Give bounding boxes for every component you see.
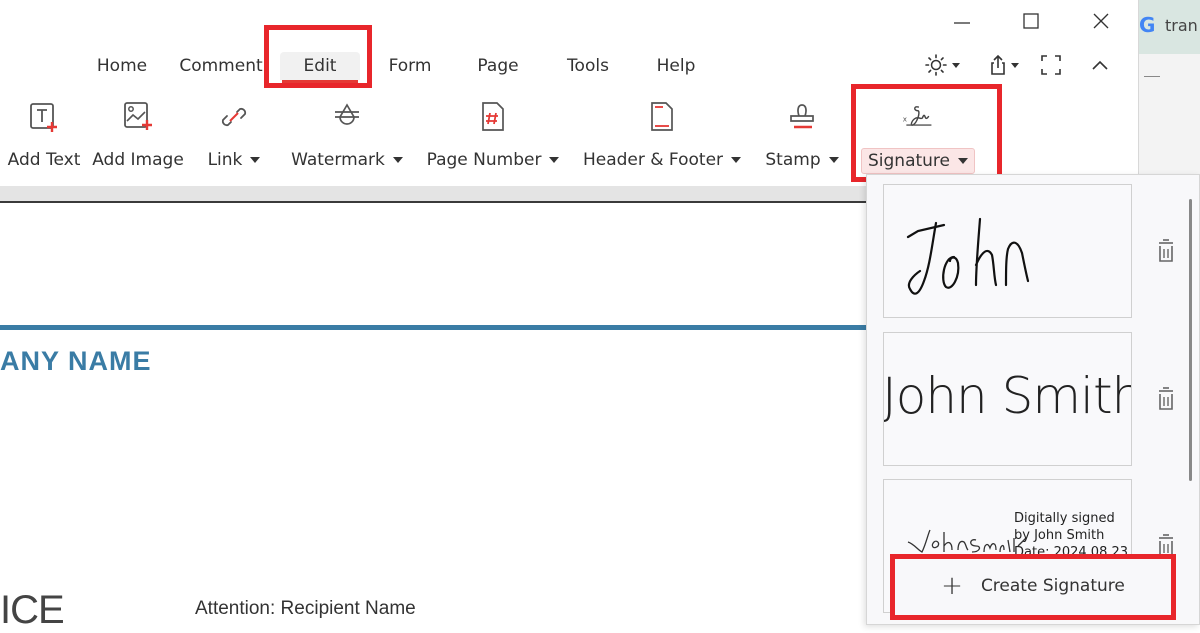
stamp-icon (785, 100, 819, 134)
theme-button[interactable] (924, 50, 960, 80)
share-button[interactable] (988, 50, 1019, 80)
delete-signature-1-icon[interactable] (1155, 238, 1177, 264)
maximize-button[interactable] (1016, 8, 1046, 34)
chevron-down-icon (828, 157, 839, 163)
tab-label: Edit (303, 56, 337, 76)
theme-icon (925, 54, 947, 76)
tab-help[interactable]: Help (650, 52, 702, 80)
add-text-button[interactable]: Add Text (4, 100, 84, 180)
add-text-label: Add Text (7, 150, 81, 170)
tab-label: Page (477, 56, 519, 76)
chevron-down-icon (549, 157, 560, 163)
minimize-icon (954, 22, 970, 24)
digital-signature-caption: Digitally signed by John Smith Date: 202… (1014, 511, 1129, 560)
link-label: Link (202, 148, 267, 172)
tab-page[interactable]: Page (472, 52, 524, 80)
typed-signature-text: John Smith (883, 367, 1132, 425)
tab-label: Comment (179, 56, 263, 76)
tab-label: Form (388, 56, 432, 76)
signature-item-typed[interactable]: John Smith (883, 332, 1132, 466)
signature-icon: x (901, 100, 935, 134)
document-title-fragment: ICE (0, 588, 65, 632)
close-icon (1093, 13, 1109, 29)
browser-minimize-mark (1144, 76, 1160, 77)
maximize-icon (1023, 13, 1039, 29)
tab-comment[interactable]: Comment (176, 52, 266, 80)
watermark-button[interactable]: Watermark (290, 100, 404, 180)
plus-icon: + (941, 570, 963, 601)
signature-list-scrollbar[interactable] (1189, 199, 1192, 481)
link-icon (217, 100, 251, 134)
signature-item-handwritten[interactable] (883, 184, 1132, 318)
fullscreen-icon (1041, 55, 1061, 75)
close-button[interactable] (1086, 8, 1116, 34)
tab-tools[interactable]: Tools (560, 52, 616, 80)
tab-edit[interactable]: Edit (280, 52, 360, 83)
chevron-down-icon (1011, 62, 1019, 68)
tab-home[interactable]: Home (90, 52, 154, 80)
attention-line: Attention: Recipient Name (195, 598, 416, 619)
stamp-label: Stamp (759, 148, 844, 172)
link-button[interactable]: Link (198, 100, 270, 180)
page-number-button[interactable]: Page Number (424, 100, 562, 180)
header-footer-button[interactable]: Header & Footer (580, 100, 744, 180)
page-top-edge (0, 201, 866, 203)
add-image-button[interactable]: Add Image (90, 100, 186, 180)
toolbar-separator-bar (0, 186, 868, 201)
chevron-up-icon (1092, 60, 1108, 70)
chevron-down-icon (731, 157, 742, 163)
fullscreen-button[interactable] (1040, 50, 1062, 80)
handwritten-signature-john (906, 217, 1030, 295)
signature-dropdown-panel: John Smith Digitally signed by John Smit… (866, 174, 1200, 625)
signature-label: Signature (861, 148, 976, 174)
add-image-label: Add Image (92, 150, 184, 170)
tab-label: Help (656, 56, 696, 76)
chevron-down-icon (250, 157, 261, 163)
delete-signature-2-icon[interactable] (1155, 386, 1177, 412)
document-header-rule (0, 325, 866, 330)
svg-text:x: x (903, 114, 907, 123)
browser-tab-title: tran (1165, 16, 1198, 35)
add-text-icon (27, 100, 61, 134)
company-name: ANY NAME (0, 346, 152, 376)
add-image-icon (121, 100, 155, 134)
chevron-down-icon (392, 157, 403, 163)
tab-label: Tools (567, 56, 609, 76)
tab-label: Home (96, 56, 148, 76)
chevron-down-icon (958, 158, 969, 164)
browser-tab[interactable]: G tran (1139, 0, 1200, 54)
header-footer-icon (645, 100, 679, 134)
stamp-button[interactable]: Stamp (760, 100, 844, 180)
watermark-icon (330, 100, 364, 134)
minimize-button[interactable] (947, 8, 977, 34)
collapse-ribbon-button[interactable] (1089, 50, 1111, 80)
share-icon (991, 54, 1005, 75)
watermark-label: Watermark (285, 148, 409, 172)
chevron-down-icon (952, 62, 960, 68)
page-number-icon (476, 100, 510, 134)
create-signature-label: Create Signature (980, 575, 1125, 596)
signature-button[interactable]: x Signature (861, 100, 976, 180)
create-signature-button[interactable]: + Create Signature (893, 555, 1173, 615)
tab-form[interactable]: Form (382, 52, 438, 80)
page-number-label: Page Number (421, 148, 566, 172)
google-icon: G (1139, 13, 1156, 37)
header-footer-label: Header & Footer (577, 148, 747, 172)
